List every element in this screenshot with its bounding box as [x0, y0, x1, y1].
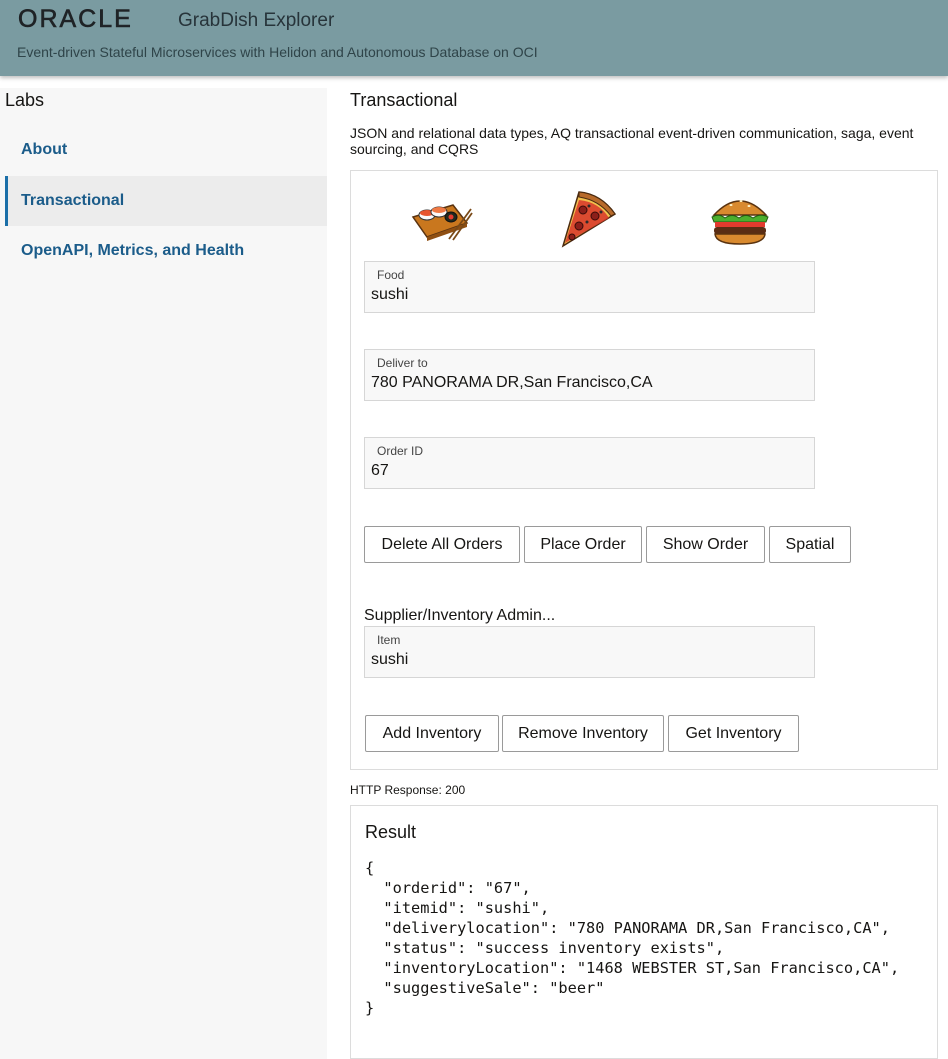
- result-panel: Result { "orderid": "67", "itemid": "sus…: [350, 805, 938, 1059]
- add-inventory-button[interactable]: Add Inventory: [365, 715, 499, 752]
- food-field: Food: [364, 261, 815, 313]
- deliver-to-input[interactable]: [371, 374, 801, 392]
- item-label: Item: [377, 633, 401, 647]
- app-subtitle: Event-driven Stateful Microservices with…: [17, 44, 538, 60]
- item-input[interactable]: [371, 651, 801, 669]
- result-json: { "orderid": "67", "itemid": "sushi", "d…: [365, 859, 900, 1017]
- sidebar-item-transactional[interactable]: Transactional: [5, 176, 327, 226]
- result-title: Result: [365, 822, 417, 842]
- deliver-to-field: Deliver to: [364, 349, 815, 401]
- page-description: JSON and relational data types, AQ trans…: [350, 125, 914, 157]
- http-response-status: HTTP Response: 200: [350, 783, 466, 797]
- burger-icon[interactable]: [709, 191, 771, 245]
- order-id-input[interactable]: [371, 462, 801, 480]
- deliver-to-label: Deliver to: [377, 356, 428, 370]
- order-id-label: Order ID: [377, 444, 424, 458]
- app-header: ORACLE GrabDish Explorer Event-driven St…: [0, 0, 948, 76]
- place-order-button[interactable]: Place Order: [524, 526, 642, 563]
- sidebar: Labs About Transactional OpenAPI, Metric…: [0, 88, 327, 1059]
- sushi-icon[interactable]: [409, 195, 473, 241]
- inventory-section-label: Supplier/Inventory Admin...: [364, 607, 556, 624]
- item-field: Item: [364, 626, 815, 678]
- food-label: Food: [377, 268, 405, 282]
- delete-all-orders-button[interactable]: Delete All Orders: [364, 526, 520, 563]
- oracle-logo: ORACLE: [18, 5, 133, 34]
- app-title: GrabDish Explorer: [178, 10, 335, 31]
- remove-inventory-button[interactable]: Remove Inventory: [502, 715, 664, 752]
- sidebar-heading: Labs: [5, 90, 45, 110]
- order-id-field: Order ID: [364, 437, 815, 489]
- sidebar-item-openapi-metrics-health[interactable]: OpenAPI, Metrics, and Health: [5, 226, 327, 276]
- sidebar-item-about[interactable]: About: [5, 125, 327, 175]
- get-inventory-button[interactable]: Get Inventory: [668, 715, 799, 752]
- show-order-button[interactable]: Show Order: [646, 526, 765, 563]
- food-input[interactable]: [371, 286, 801, 304]
- order-panel: Food Deliver to Order ID Delete All Orde…: [350, 170, 938, 770]
- page-title: Transactional: [350, 90, 458, 110]
- pizza-icon[interactable]: [557, 188, 619, 248]
- spatial-button[interactable]: Spatial: [769, 526, 851, 563]
